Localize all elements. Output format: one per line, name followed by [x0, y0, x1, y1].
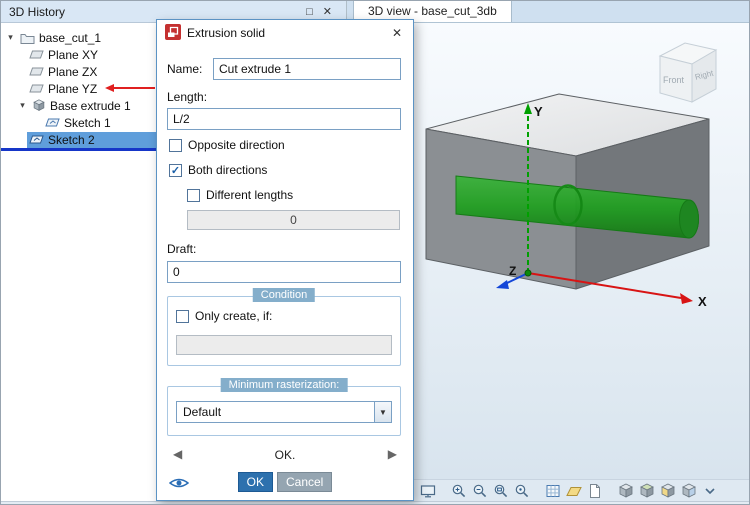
collapse-icon[interactable]: ▾ [5, 32, 16, 43]
both-directions-option[interactable]: ✓ Both directions [169, 163, 267, 177]
extrude-icon [32, 99, 46, 112]
toolbar-chevron-icon[interactable] [701, 482, 719, 500]
opposite-direction-option[interactable]: Opposite direction [169, 138, 285, 152]
rasterization-select[interactable]: Default ▼ [176, 401, 392, 423]
sheet-icon[interactable] [586, 482, 604, 500]
tree-item-label: Plane ZX [48, 64, 98, 79]
condition-expression-input [176, 335, 392, 355]
panel-title: 3D History [9, 4, 66, 19]
tree-item-base-cut-1[interactable]: ▾ base_cut_1 [1, 29, 158, 46]
second-length-input [187, 210, 400, 230]
dropdown-arrow-icon[interactable]: ▼ [374, 401, 392, 423]
rasterization-group: Minimum rasterization: Default ▼ [167, 378, 401, 436]
only-create-option[interactable]: Only create, if: [176, 309, 272, 323]
dialog-close-button[interactable]: ✕ [389, 26, 405, 40]
rasterization-selected-value[interactable]: Default [176, 401, 374, 423]
ok-button[interactable]: OK [237, 472, 273, 492]
both-directions-checkbox[interactable]: ✓ [169, 163, 182, 177]
zoom-all-icon[interactable] [513, 482, 531, 500]
draft-label: Draft: [167, 242, 197, 256]
condition-group-title: Condition [252, 288, 316, 302]
plane-yz-marker-arrow [105, 83, 155, 93]
name-label: Name: [167, 62, 203, 76]
draft-input[interactable] [167, 261, 401, 283]
cancel-button[interactable]: Cancel [276, 472, 333, 492]
workplane-icon [29, 49, 44, 60]
dialog-titlebar[interactable]: Extrusion solid ✕ [157, 20, 413, 46]
history-insert-marker [1, 148, 158, 151]
only-create-label: Only create, if: [195, 309, 273, 323]
axis-x-label: X [698, 294, 707, 309]
tree-item-sketch-1[interactable]: Sketch 1 [1, 114, 158, 131]
axis-z-label: Z [509, 264, 516, 278]
float-panel-button[interactable]: □ [306, 5, 313, 19]
tree-item-label: Base extrude 1 [50, 98, 131, 113]
opposite-direction-label: Opposite direction [188, 138, 285, 152]
tree-item-label: Sketch 1 [64, 115, 111, 130]
grid-icon[interactable] [544, 482, 562, 500]
only-create-checkbox[interactable] [176, 309, 189, 323]
extrusion-dialog: Extrusion solid ✕ Name: Length: Opposite… [156, 19, 414, 501]
length-label: Length: [167, 90, 208, 104]
application-window: 3D History □ ✕ ▾ base_cut_1 Plane XY Pla… [0, 0, 750, 505]
workplane-toggle-icon[interactable] [565, 482, 583, 500]
status-bar [1, 501, 749, 504]
workplane-icon [29, 83, 44, 94]
selected-row-highlight: Sketch 2 [27, 131, 158, 148]
axis-y-label: Y [534, 104, 543, 119]
zoom-in-icon[interactable] [450, 482, 468, 500]
name-input[interactable] [213, 58, 401, 80]
different-lengths-label: Different lengths [206, 188, 294, 202]
tree-item-base-extrude-1[interactable]: ▾ Base extrude 1 [1, 97, 158, 114]
close-panel-button[interactable]: ✕ [323, 5, 332, 19]
tree-item-label: Plane XY [48, 47, 99, 62]
extrusion-icon [165, 23, 181, 43]
rasterization-group-title: Minimum rasterization: [220, 378, 348, 392]
length-input[interactable] [167, 108, 401, 130]
view-iso-3-icon[interactable] [659, 482, 677, 500]
tree-item-plane-zx[interactable]: Plane ZX [1, 63, 158, 80]
operation-status-text: OK. [274, 448, 296, 462]
fit-screen-icon[interactable] [419, 482, 437, 500]
view-iso-4-icon[interactable] [680, 482, 698, 500]
tree-item-plane-xy[interactable]: Plane XY [1, 46, 158, 63]
panel-header-buttons: □ ✕ [306, 5, 338, 19]
view-iso-2-icon[interactable] [638, 482, 656, 500]
collapse-icon[interactable]: ▾ [17, 100, 28, 111]
opposite-direction-checkbox[interactable] [169, 138, 182, 152]
sketch-icon [29, 134, 44, 145]
next-operation-button[interactable]: ▶ [388, 447, 397, 461]
different-lengths-option[interactable]: Different lengths [187, 188, 293, 202]
view-cube[interactable]: Front Right [658, 42, 718, 103]
tree-item-label: Plane YZ [48, 81, 98, 96]
zoom-out-icon[interactable] [471, 482, 489, 500]
dialog-title: Extrusion solid [187, 26, 266, 40]
zoom-window-icon[interactable] [492, 482, 510, 500]
origin-point [524, 269, 532, 277]
cylinder-cap [679, 199, 699, 239]
arrow-line [113, 87, 155, 89]
both-directions-label: Both directions [188, 163, 268, 177]
tab-label: 3D view - base_cut_3db [368, 4, 497, 18]
sketch-icon [45, 117, 60, 128]
view-cube-front-label: Front [663, 75, 685, 85]
workplane-icon [29, 66, 44, 77]
condition-group: Condition Only create, if: [167, 288, 401, 366]
different-lengths-checkbox[interactable] [187, 188, 200, 202]
tree-item-label: base_cut_1 [39, 30, 102, 45]
tree-item-sketch-2[interactable]: Sketch 2 [1, 131, 158, 148]
view-iso-1-icon[interactable] [617, 482, 635, 500]
tree-item-label: Sketch 2 [48, 132, 95, 147]
model-folder-icon [20, 32, 35, 44]
